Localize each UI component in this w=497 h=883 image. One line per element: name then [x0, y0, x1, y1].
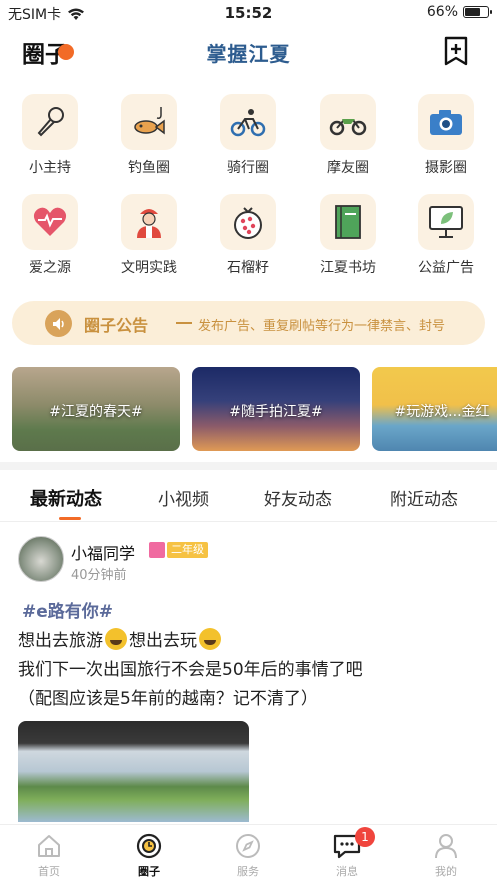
post-text-segment: 想出去旅游 — [18, 631, 103, 651]
topic-card[interactable]: #江夏的春天# — [12, 367, 180, 451]
nav-messages[interactable]: 1 消息 — [307, 827, 387, 879]
crying-emoji-icon — [105, 628, 127, 650]
battery-icon — [463, 6, 492, 18]
category-label: 摩友圈 — [327, 160, 369, 176]
topic-tag: #随手拍江夏# — [229, 404, 323, 420]
nav-label: 首页 — [38, 865, 60, 878]
unread-badge: 1 — [355, 827, 375, 847]
speaker-icon — [45, 310, 72, 337]
category-label: 骑行圈 — [227, 160, 269, 176]
home-icon — [38, 835, 60, 857]
nav-service[interactable]: 服务 — [208, 831, 288, 879]
category-host[interactable]: 小主持 — [10, 94, 90, 177]
category-jiangxia-bookstore[interactable]: 江夏书坊 — [308, 194, 388, 277]
category-cycling[interactable]: 骑行圈 — [208, 94, 288, 177]
post-username[interactable]: 小福同学 — [71, 540, 135, 564]
status-bar: 无SIM卡 15:52 66% — [0, 0, 497, 26]
post-hashtag[interactable]: #e路有你# — [22, 597, 113, 622]
post-content: 想出去旅游 想出去玩 我们下一次出国旅行不会是50年后的事情了吧 （配图应该是5年… — [18, 627, 488, 714]
bottom-nav: 首页 圈子 服务 1 消息 我的 — [0, 824, 497, 883]
topic-card[interactable]: #随手拍江夏# — [192, 367, 360, 451]
microphone-icon — [37, 107, 64, 137]
nav-profile[interactable]: 我的 — [406, 831, 486, 879]
post-time: 40分钟前 — [71, 568, 127, 583]
nav-label: 圈子 — [138, 865, 160, 878]
notice-title: 圈子公告 — [84, 316, 149, 335]
nav-label: 消息 — [336, 865, 358, 878]
book-icon — [335, 205, 361, 239]
topic-carousel[interactable]: #江夏的春天# #随手拍江夏# #玩游戏...金红 — [0, 367, 497, 451]
user-badge-icon — [149, 542, 165, 558]
app-title: 掌握江夏 — [206, 42, 291, 66]
billboard-icon — [429, 206, 463, 238]
battery-percent: 66% — [426, 4, 458, 20]
nav-label: 我的 — [435, 865, 457, 878]
tab-friends[interactable]: 好友动态 — [264, 485, 332, 510]
post-line: 我们下一次出国旅行不会是50年后的事情了吧 — [18, 660, 363, 680]
clock: 15:52 — [224, 4, 273, 22]
compass-icon — [236, 834, 260, 858]
notice-divider — [176, 322, 192, 324]
camera-icon — [430, 110, 462, 135]
category-label: 摄影圈 — [425, 160, 467, 176]
nav-label: 服务 — [237, 865, 259, 878]
category-label: 石榴籽 — [227, 260, 269, 276]
nav-circle[interactable]: 圈子 — [109, 831, 189, 879]
tab-short-video[interactable]: 小视频 — [158, 485, 209, 510]
category-motorbike[interactable]: 摩友圈 — [308, 94, 388, 177]
category-love-source[interactable]: 爱之源 — [10, 194, 90, 277]
category-civilization-practice[interactable]: 文明实践 — [109, 194, 189, 277]
category-label: 爱之源 — [29, 260, 71, 276]
post-text-segment: 想出去玩 — [129, 631, 197, 651]
crying-emoji-icon — [199, 628, 221, 650]
user-grade-badge: 二年级 — [167, 542, 208, 558]
nav-home[interactable]: 首页 — [9, 831, 89, 879]
tab-latest[interactable]: 最新动态 — [30, 485, 102, 511]
topic-card[interactable]: #玩游戏...金红 — [372, 367, 497, 451]
active-tab-indicator — [59, 517, 81, 520]
circle-notice[interactable]: 圈子公告 发布广告、重复刷帖等行为一律禁言、封号 — [12, 301, 485, 345]
topic-tag: #江夏的春天# — [49, 404, 143, 420]
feed-tabs: 最新动态 小视频 好友动态 附近动态 — [0, 470, 497, 522]
pomegranate-icon — [234, 207, 262, 239]
circle-icon — [136, 833, 162, 859]
category-label: 文明实践 — [121, 260, 177, 276]
profile-icon — [435, 834, 457, 859]
battery-status: 66% — [426, 4, 492, 20]
post-line: 想出去旅游 想出去玩 — [18, 627, 488, 656]
header: 圈子 掌握江夏 — [0, 28, 497, 72]
volunteer-icon — [137, 209, 161, 238]
category-fishing[interactable]: 钓鱼圈 — [109, 94, 189, 177]
notice-text: 发布广告、重复刷帖等行为一律禁言、封号 — [198, 319, 446, 334]
category-label: 钓鱼圈 — [128, 160, 170, 176]
post-line: （配图应该是5年前的越南？记不清了） — [18, 689, 318, 709]
topic-tag: #玩游戏...金红 — [394, 404, 490, 420]
category-public-ads[interactable]: 公益广告 — [406, 194, 486, 277]
fish-icon — [134, 107, 165, 135]
bicycle-icon — [230, 109, 266, 137]
new-post-button[interactable] — [443, 36, 469, 66]
section-divider — [0, 462, 497, 470]
category-photography[interactable]: 摄影圈 — [406, 94, 486, 177]
category-label: 江夏书坊 — [320, 260, 376, 276]
avatar[interactable] — [18, 536, 64, 582]
category-label: 公益广告 — [418, 260, 474, 276]
category-label: 小主持 — [29, 160, 71, 176]
feed-post[interactable]: 小福同学 二年级 40分钟前 #e路有你# 想出去旅游 想出去玩 我们下一次出国旅… — [0, 522, 497, 822]
heart-icon — [33, 207, 67, 236]
category-pomegranate[interactable]: 石榴籽 — [208, 194, 288, 277]
motorcycle-icon — [329, 119, 367, 136]
tab-nearby[interactable]: 附近动态 — [390, 485, 458, 510]
post-image[interactable] — [18, 721, 249, 822]
